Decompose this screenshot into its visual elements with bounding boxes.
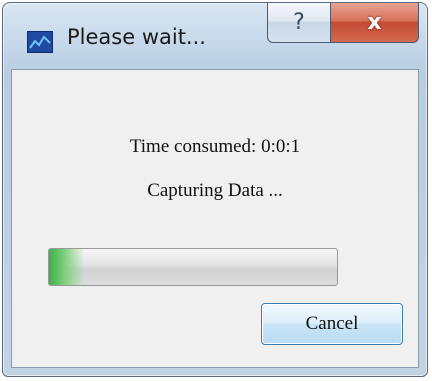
title-bar[interactable]: Please wait... ? x: [3, 3, 427, 69]
status-message: Capturing Data ...: [147, 180, 283, 201]
app-icon: [27, 31, 53, 53]
dialog-body: Time consumed: 0:0:1 Capturing Data ... …: [11, 69, 419, 368]
close-button[interactable]: x: [331, 3, 419, 43]
time-consumed-label: Time consumed: 0:0:1: [129, 136, 301, 157]
progress-fill: [49, 249, 84, 285]
help-icon: ?: [293, 10, 305, 35]
caption-buttons: ? x: [267, 3, 419, 43]
help-button[interactable]: ?: [267, 3, 331, 43]
progress-bar: [48, 248, 338, 286]
cancel-button[interactable]: Cancel: [261, 303, 403, 345]
close-icon: x: [367, 10, 382, 35]
window-title: Please wait...: [67, 25, 206, 49]
dialog-window: Please wait... ? x Time consumed: 0:0:1 …: [2, 2, 428, 377]
